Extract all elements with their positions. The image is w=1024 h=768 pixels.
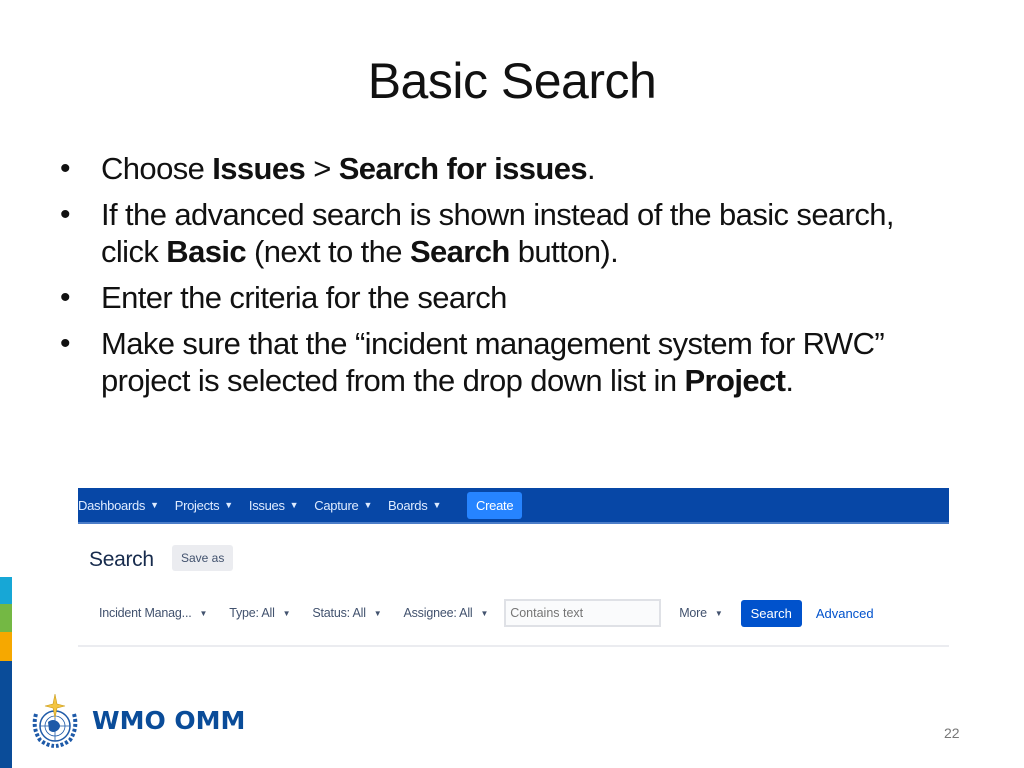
logo-text: WMO OMM [92, 705, 246, 735]
project-filter[interactable]: Incident Manag... ▼ [99, 606, 207, 620]
bullet-text: If the advanced search is shown instead … [101, 197, 894, 269]
bullet-text: Make sure that the “incident management … [101, 326, 885, 398]
assignee-filter[interactable]: Assignee: All ▼ [404, 606, 489, 620]
chevron-down-icon: ▼ [373, 608, 382, 618]
text-run: (next to the [246, 234, 410, 269]
bold-text: Project [684, 363, 786, 398]
text-run: . [785, 363, 794, 398]
filter-label: Assignee: All [403, 606, 473, 620]
bold-text: Search [409, 234, 510, 269]
create-button[interactable]: Create [467, 491, 523, 519]
text-run: . [586, 151, 596, 186]
filter-label: Incident Manag... [99, 606, 192, 620]
chevron-down-icon: ▼ [363, 500, 373, 510]
chevron-down-icon: ▼ [199, 608, 208, 618]
bullet-icon: • [60, 152, 71, 185]
contains-text-input[interactable] [504, 599, 662, 627]
nav-dashboards[interactable]: Dashboards ▼ [78, 498, 159, 513]
accent-stripe-green [0, 604, 12, 632]
nav-label: Capture [314, 497, 359, 513]
accent-stripe-orange [0, 632, 12, 661]
bullet-icon: • [60, 281, 71, 314]
nav-label: Boards [388, 497, 428, 513]
bullet-list: • Choose Issues > Search for issues. • If … [56, 150, 956, 408]
nav-label: Dashboards [78, 497, 146, 513]
page-title: Search [89, 548, 154, 571]
divider [78, 645, 949, 647]
bold-text: Search for issues [338, 151, 588, 186]
status-filter[interactable]: Status: All ▼ [312, 606, 381, 620]
more-filter[interactable]: More ▼ [679, 606, 723, 620]
chevron-down-icon: ▼ [480, 608, 489, 618]
chevron-down-icon: ▼ [282, 608, 291, 618]
nav-projects[interactable]: Projects ▼ [175, 498, 233, 513]
un-emblem-icon [32, 693, 78, 748]
chevron-down-icon: ▼ [289, 500, 299, 510]
bold-text: Issues [212, 151, 306, 186]
bold-text: Basic [166, 234, 247, 269]
chevron-down-icon: ▼ [150, 500, 159, 510]
bullet-text: Choose Issues > Search for issues. [101, 151, 596, 186]
chevron-down-icon: ▼ [432, 500, 442, 510]
nav-label: Projects [174, 497, 220, 513]
text-run: button). [509, 234, 619, 269]
filter-label: Status: All [312, 606, 366, 620]
text-run: > [305, 151, 339, 186]
search-button[interactable]: Search [740, 599, 802, 627]
advanced-link[interactable]: Advanced [816, 606, 874, 621]
nav-label: Issues [248, 497, 285, 513]
bullet-text: Enter the criteria for the search [101, 280, 507, 315]
bullet-item: • If the advanced search is shown instead… [56, 196, 956, 270]
text-run: Enter the criteria for the search [101, 280, 507, 315]
filter-bar: Incident Manag... ▼ Type: All ▼ Status: Al… [99, 599, 949, 627]
save-as-button[interactable]: Save as [172, 545, 234, 571]
text-run: Choose [101, 151, 213, 186]
accent-stripe-blue [0, 661, 12, 768]
slide-title: Basic Search [367, 53, 657, 109]
bullet-icon: • [60, 327, 71, 360]
chevron-down-icon: ▼ [224, 500, 233, 510]
filter-label: Type: All [229, 606, 275, 620]
bullet-item: • Make sure that the “incident management… [56, 325, 956, 399]
page-number: 22 [944, 725, 960, 741]
accent-stripe-cyan [0, 577, 12, 604]
type-filter[interactable]: Type: All ▼ [229, 606, 290, 620]
bullet-icon: • [60, 198, 71, 231]
nav-boards[interactable]: Boards ▼ [388, 498, 441, 513]
nav-issues[interactable]: Issues ▼ [248, 497, 299, 513]
jira-search-screenshot: Dashboards ▼ Projects ▼ Issues ▼ Capture ▼ B… [78, 488, 949, 648]
nav-capture[interactable]: Capture ▼ [314, 498, 372, 513]
wmo-logo: WMO OMM [28, 692, 245, 748]
chevron-down-icon: ▼ [714, 608, 723, 618]
filter-label: More [679, 606, 707, 620]
bullet-item: • Enter the criteria for the search [56, 279, 956, 316]
bullet-item: • Choose Issues > Search for issues. [56, 150, 956, 187]
top-nav-bar: Dashboards ▼ Projects ▼ Issues ▼ Capture ▼ B… [78, 488, 949, 524]
